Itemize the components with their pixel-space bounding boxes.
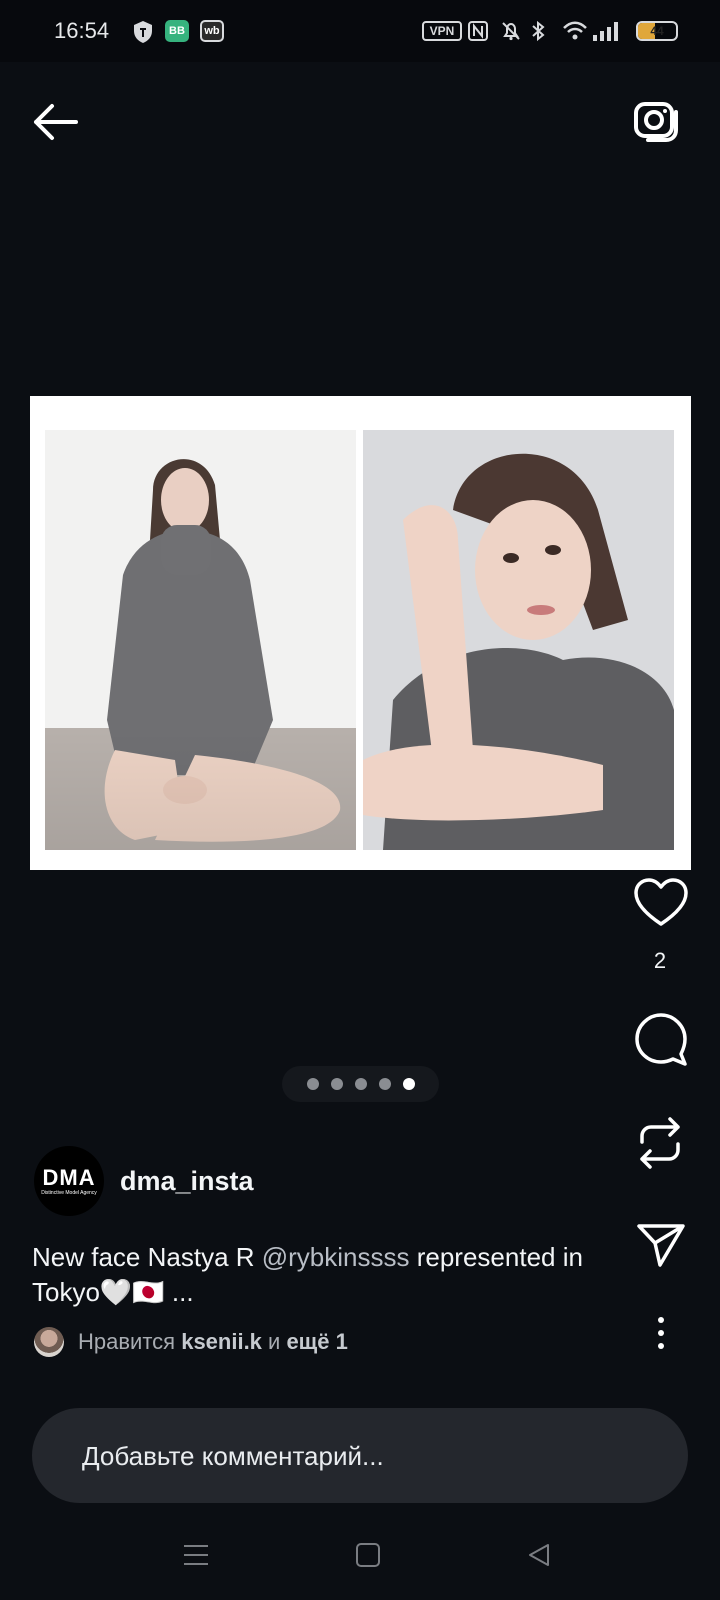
signal-icon [592, 21, 618, 41]
avatar-logo-subtext: Distinctive Model Agency [41, 1189, 97, 1196]
bluetooth-icon [530, 20, 546, 42]
author-avatar[interactable]: DMA Distinctive Model Agency [34, 1146, 104, 1216]
likes-middle: и [261, 1329, 287, 1354]
carousel-dot [306, 1078, 319, 1090]
carousel-dot [330, 1078, 343, 1090]
bb-app-icon: BB [165, 20, 189, 42]
vpn-icon: VPN [422, 21, 462, 41]
likes-prefix: Нравится [78, 1329, 182, 1354]
shield-icon [132, 20, 154, 44]
floor-shadow [45, 730, 356, 850]
like-count: 2 [653, 948, 667, 973]
carousel-dot [354, 1078, 367, 1090]
model-photo-right [363, 430, 674, 850]
likes-summary[interactable]: Нравится ksenii.k и ещё 1 [34, 1326, 348, 1358]
back-nav-icon[interactable] [526, 1542, 552, 1568]
wifi-icon [562, 21, 588, 41]
carousel-indicator [282, 1066, 439, 1102]
heart-icon[interactable] [634, 878, 688, 928]
repost-icon[interactable] [634, 1114, 686, 1172]
nfc-icon [468, 21, 488, 41]
wb-app-icon: wb [200, 20, 224, 42]
liker-username[interactable]: ksenii.k [181, 1329, 262, 1355]
home-icon[interactable] [355, 1542, 381, 1568]
menu-icon[interactable] [183, 1542, 209, 1568]
more-options-icon[interactable] [656, 1316, 666, 1350]
caption-mention[interactable]: @rybkinssss [262, 1242, 410, 1272]
arrow-left-icon[interactable] [30, 100, 80, 144]
camera-icon[interactable] [632, 96, 680, 144]
liker-avatar [34, 1327, 64, 1357]
comment-input[interactable] [80, 1408, 644, 1505]
send-icon[interactable] [636, 1222, 686, 1268]
post-caption[interactable]: New face Nastya R @rybkinssss represente… [32, 1240, 622, 1310]
likes-more[interactable]: ещё 1 [286, 1329, 347, 1355]
status-time: 16:54 [54, 18, 110, 43]
bell-off-icon [500, 20, 522, 42]
model-photo-left [45, 430, 356, 850]
avatar-logo-text: DMA [42, 1164, 96, 1190]
comment-bar[interactable] [32, 1408, 688, 1505]
carousel-dot [378, 1078, 391, 1090]
caption-text: New face Nastya R [32, 1242, 262, 1272]
post-image[interactable] [30, 396, 691, 870]
battery-level: 44 [650, 24, 664, 38]
battery-icon: 44 [636, 21, 678, 41]
carousel-dot-active [402, 1078, 415, 1090]
author-username[interactable]: dma_insta [120, 1166, 254, 1197]
comment-icon[interactable] [634, 1012, 688, 1066]
